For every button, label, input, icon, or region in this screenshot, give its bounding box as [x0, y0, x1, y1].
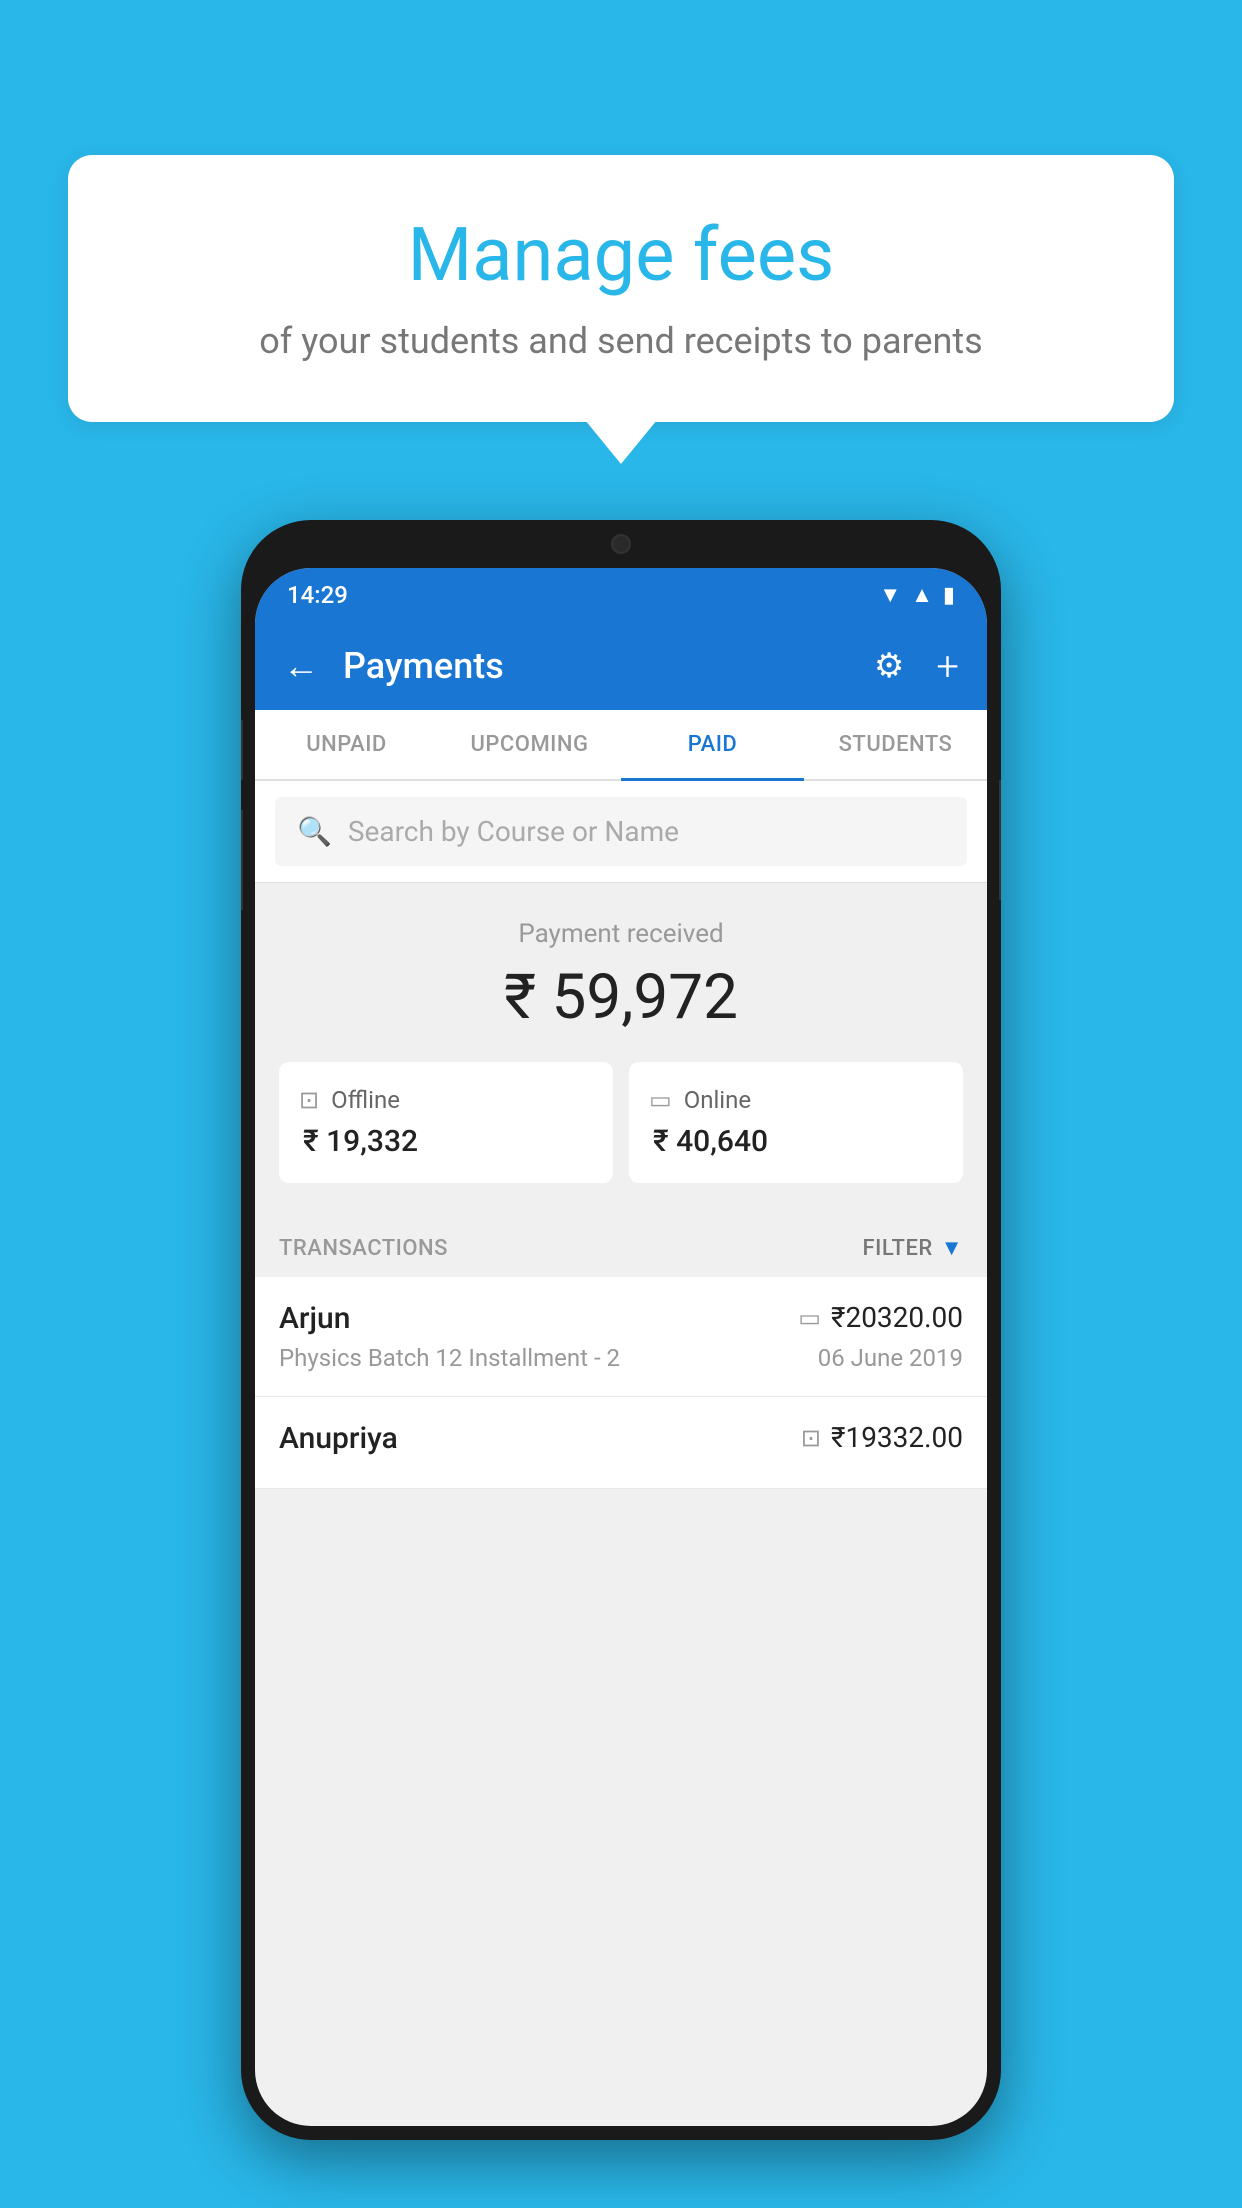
filter-label: FILTER [862, 1236, 932, 1261]
transaction-row-top: Anupriya ⊡ ₹19332.00 [279, 1421, 963, 1456]
table-row[interactable]: Anupriya ⊡ ₹19332.00 [255, 1397, 987, 1489]
phone-screen: 14:29 ▼ ▲ ▮ ← Payments ⚙ + UNPAID UPCOMI… [255, 568, 987, 2126]
online-payment-icon: ▭ [649, 1086, 672, 1114]
transaction-amount: ₹20320.00 [831, 1301, 963, 1334]
wifi-icon: ▼ [879, 582, 901, 608]
transaction-amount-container: ⊡ ₹19332.00 [801, 1421, 963, 1454]
search-container: 🔍 Search by Course or Name [255, 781, 987, 883]
bubble-subtitle: of your students and send receipts to pa… [108, 316, 1134, 366]
volume-up-button [241, 720, 243, 780]
signal-icon: ▲ [911, 582, 933, 608]
payment-summary: Payment received ₹ 59,972 ⊡ Offline ₹ 19… [255, 883, 987, 1211]
offline-payment-type-icon: ⊡ [801, 1424, 821, 1452]
add-button[interactable]: + [936, 643, 959, 690]
payment-received-label: Payment received [279, 919, 963, 949]
tab-upcoming[interactable]: UPCOMING [438, 710, 621, 779]
transaction-name: Anupriya [279, 1421, 398, 1456]
transaction-row-top: Arjun ▭ ₹20320.00 [279, 1301, 963, 1336]
back-button[interactable]: ← [283, 645, 319, 687]
online-label: Online [684, 1086, 751, 1114]
online-card-header: ▭ Online [649, 1086, 943, 1114]
transactions-list: Arjun ▭ ₹20320.00 Physics Batch 12 Insta… [255, 1277, 987, 1489]
online-amount: ₹ 40,640 [649, 1124, 943, 1159]
filter-button[interactable]: FILTER ▼ [862, 1235, 963, 1261]
front-camera [611, 534, 631, 554]
tab-paid[interactable]: PAID [621, 710, 804, 779]
offline-amount: ₹ 19,332 [299, 1124, 593, 1159]
online-payment-type-icon: ▭ [798, 1304, 821, 1332]
status-icons: ▼ ▲ ▮ [879, 582, 955, 608]
offline-card-header: ⊡ Offline [299, 1086, 593, 1114]
settings-icon[interactable]: ⚙ [874, 646, 904, 686]
offline-label: Offline [331, 1086, 400, 1114]
transaction-row-bottom: Physics Batch 12 Installment - 2 06 June… [279, 1344, 963, 1372]
offline-payment-icon: ⊡ [299, 1086, 319, 1114]
app-title: Payments [343, 645, 850, 687]
power-button [999, 780, 1001, 900]
battery-icon: ▮ [943, 583, 955, 608]
transaction-course: Physics Batch 12 Installment - 2 [279, 1344, 620, 1372]
online-card: ▭ Online ₹ 40,640 [629, 1062, 963, 1183]
bubble-title: Manage fees [108, 215, 1134, 296]
transactions-label: TRANSACTIONS [279, 1236, 448, 1261]
status-time: 14:29 [287, 581, 348, 609]
speech-bubble: Manage fees of your students and send re… [68, 155, 1174, 422]
tab-unpaid[interactable]: UNPAID [255, 710, 438, 779]
search-box[interactable]: 🔍 Search by Course or Name [275, 797, 967, 866]
status-bar: 14:29 ▼ ▲ ▮ [255, 568, 987, 622]
tabs-bar: UNPAID UPCOMING PAID STUDENTS [255, 710, 987, 781]
search-placeholder: Search by Course or Name [348, 815, 679, 848]
table-row[interactable]: Arjun ▭ ₹20320.00 Physics Batch 12 Insta… [255, 1277, 987, 1397]
transactions-header: TRANSACTIONS FILTER ▼ [255, 1211, 987, 1277]
payment-total-amount: ₹ 59,972 [279, 961, 963, 1034]
payment-cards: ⊡ Offline ₹ 19,332 ▭ Online ₹ 40,640 [279, 1062, 963, 1183]
offline-card: ⊡ Offline ₹ 19,332 [279, 1062, 613, 1183]
speech-bubble-container: Manage fees of your students and send re… [68, 155, 1174, 422]
volume-down-button [241, 810, 243, 910]
phone-frame: 14:29 ▼ ▲ ▮ ← Payments ⚙ + UNPAID UPCOMI… [241, 520, 1001, 2140]
transaction-name: Arjun [279, 1301, 350, 1336]
transaction-date: 06 June 2019 [818, 1344, 963, 1372]
app-bar: ← Payments ⚙ + [255, 622, 987, 710]
tab-students[interactable]: STUDENTS [804, 710, 987, 779]
phone-notch [521, 520, 721, 568]
transaction-amount-container: ▭ ₹20320.00 [798, 1301, 963, 1334]
transaction-amount: ₹19332.00 [831, 1421, 963, 1454]
search-icon: 🔍 [297, 815, 332, 848]
filter-icon: ▼ [941, 1235, 963, 1261]
